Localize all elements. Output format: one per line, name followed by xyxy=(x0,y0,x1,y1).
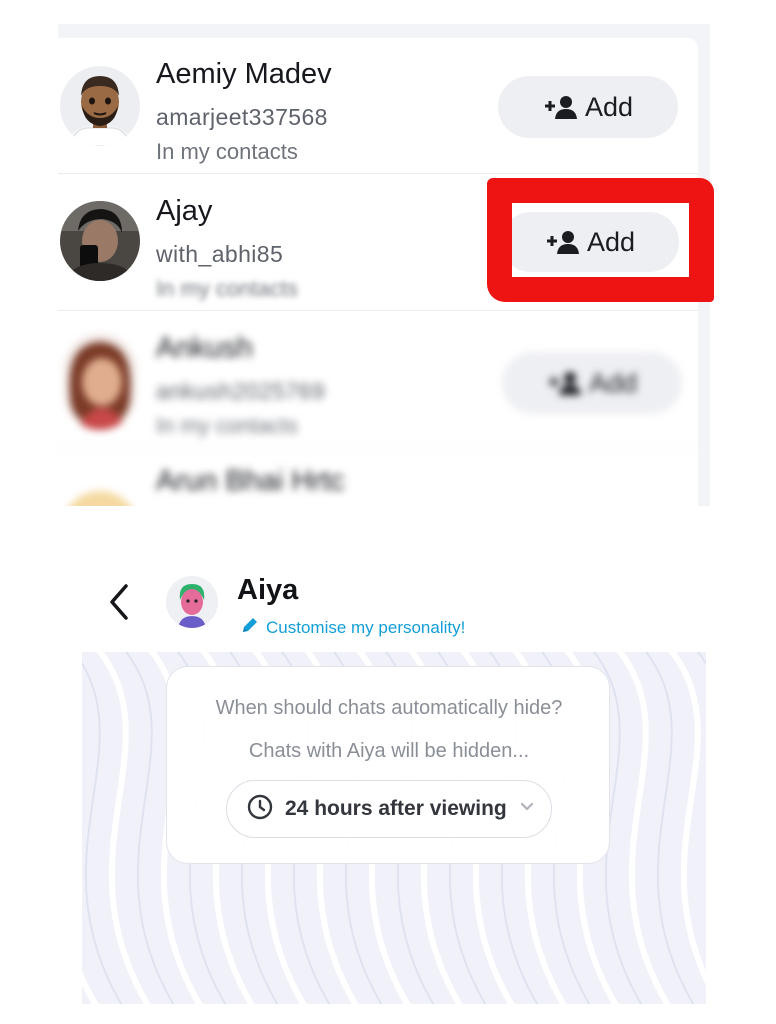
contacts-panel: Aemiy Madev amarjeet337568 In my contact… xyxy=(58,24,710,506)
contact-name: Ajay xyxy=(156,195,213,227)
add-button[interactable]: Add xyxy=(502,352,682,414)
clock-icon xyxy=(247,794,273,825)
contact-username: amarjeet337568 xyxy=(156,104,328,130)
contact-row[interactable]: Ajay with_abhi85 In my contacts Add xyxy=(58,175,698,311)
add-button-label: Add xyxy=(586,226,636,257)
avatar xyxy=(64,334,136,430)
contact-row[interactable]: Arun Bhai Hrtc xyxy=(58,449,698,506)
avatar xyxy=(60,66,140,146)
contact-subtitle: In my contacts xyxy=(156,139,298,164)
background-wave xyxy=(96,652,151,1004)
contact-subtitle: In my contacts xyxy=(156,413,298,438)
customise-label: Customise my personality! xyxy=(266,617,466,637)
contact-subtitle: In my contacts xyxy=(156,276,298,301)
add-friend-icon xyxy=(543,94,577,120)
contact-name: Aemiy Madev xyxy=(156,58,332,90)
avatar xyxy=(60,489,140,506)
add-button[interactable]: Add xyxy=(501,212,679,272)
chevron-down-icon xyxy=(519,800,535,818)
back-chevron-icon xyxy=(104,584,134,627)
contact-row[interactable]: Ankush ankush2025769 In my contacts Add xyxy=(58,312,698,448)
back-button[interactable] xyxy=(104,580,134,624)
hide-question: When should chats automatically hide? xyxy=(215,697,563,719)
contact-username: with_abhi85 xyxy=(156,241,284,267)
contacts-list: Aemiy Madev amarjeet337568 In my contact… xyxy=(58,38,698,506)
hide-duration-value: 24 hours after viewing xyxy=(285,797,507,820)
pencil-icon xyxy=(240,615,260,640)
contact-name: Arun Bhai Hrtc xyxy=(156,465,345,497)
auto-hide-card: When should chats automatically hide? Ch… xyxy=(166,666,610,864)
avatar xyxy=(60,201,140,281)
add-friend-icon xyxy=(545,229,579,255)
chat-name: Aiya xyxy=(237,574,299,606)
background-wave xyxy=(82,661,123,1004)
chat-avatar[interactable] xyxy=(166,576,218,628)
customise-link[interactable]: Customise my personality! xyxy=(240,615,465,640)
add-button-label: Add xyxy=(584,91,634,122)
add-button[interactable]: Add xyxy=(498,76,678,138)
contact-name: Ankush xyxy=(156,332,253,364)
add-button-label: Add xyxy=(588,367,638,398)
hide-info: Chats with Aiya will be hidden... xyxy=(248,740,530,762)
add-friend-icon xyxy=(547,370,581,396)
hide-duration-select[interactable]: 24 hours after viewing xyxy=(226,780,552,838)
chat-header: Aiya Customise my personality! xyxy=(82,560,706,652)
contact-row[interactable]: Aemiy Madev amarjeet337568 In my contact… xyxy=(58,38,698,174)
contact-username: ankush2025769 xyxy=(156,378,325,404)
background-wave xyxy=(616,652,671,1004)
